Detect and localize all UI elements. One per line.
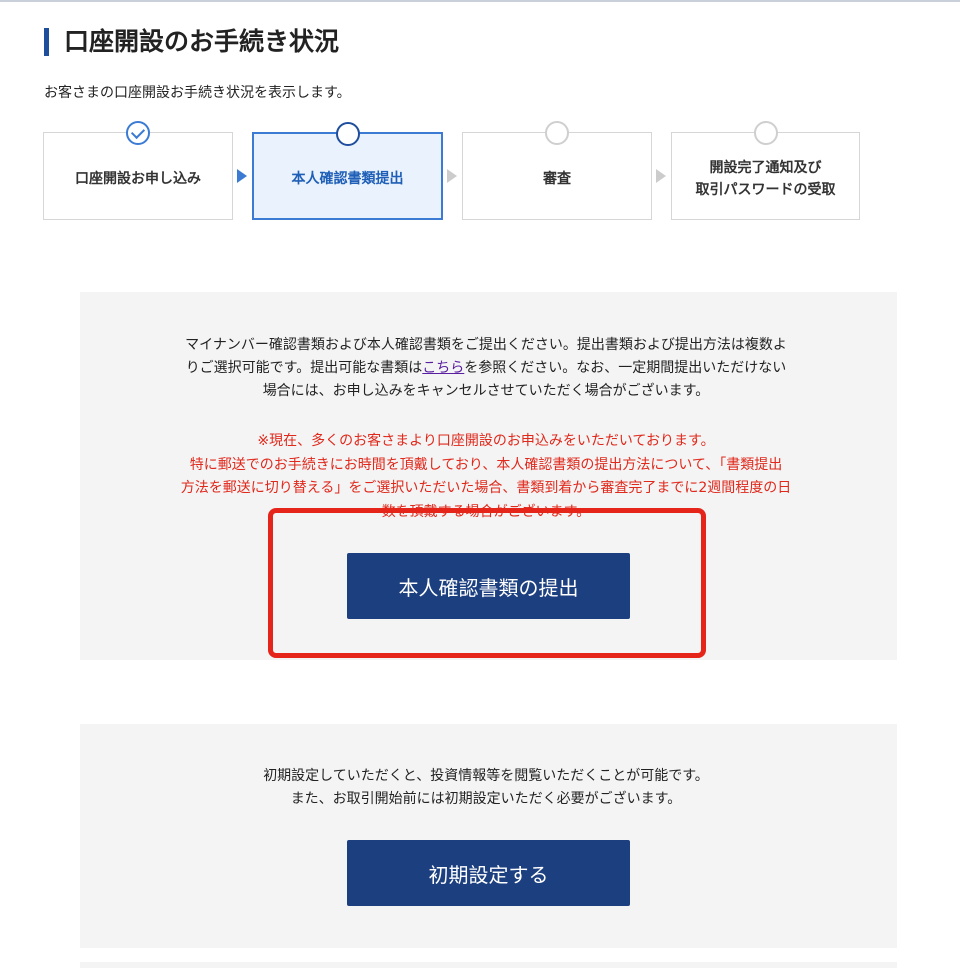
step-application: 口座開設お申し込み xyxy=(43,121,233,220)
identity-notice: マイナンバー確認書類および本人確認書類をご提出ください。提出書類および提出方法は… xyxy=(116,334,856,403)
title-accent-bar xyxy=(44,28,49,56)
next-panel-edge xyxy=(80,962,897,968)
highlight-frame xyxy=(268,508,706,658)
step-identity-documents: 本人確認書類提出 xyxy=(252,122,443,220)
step-label: 開設完了通知及び 取引パスワードの受取 xyxy=(695,160,836,198)
current-step-circle-icon xyxy=(335,122,360,146)
arrow-right-icon xyxy=(447,169,457,183)
initial-setup-description: 初期設定していただくと、投資情報等を閲覧いただくことが可能です。 また、お取引開… xyxy=(263,768,709,807)
page-title: 口座開設のお手続き状況 xyxy=(64,27,340,56)
step-label: 本人確認書類提出 xyxy=(291,171,404,187)
step-label: 口座開設お申し込み xyxy=(75,171,201,187)
check-circle-icon xyxy=(126,121,150,145)
reference-link[interactable]: こちら xyxy=(422,360,464,376)
pending-step-circle-icon xyxy=(545,121,569,145)
initial-setup-panel xyxy=(80,724,897,948)
step-review: 審査 xyxy=(462,121,652,220)
initial-setup-button[interactable]: 初期設定する xyxy=(347,840,630,906)
page-description: お客さまの口座開設お手続き状況を表示します。 xyxy=(44,85,351,101)
step-completion-notice: 開設完了通知及び 取引パスワードの受取 xyxy=(671,121,860,220)
arrow-right-icon xyxy=(237,169,247,183)
step-label: 審査 xyxy=(543,171,571,187)
arrow-right-icon xyxy=(656,169,666,183)
pending-step-circle-icon xyxy=(753,121,778,145)
top-divider xyxy=(0,0,960,2)
